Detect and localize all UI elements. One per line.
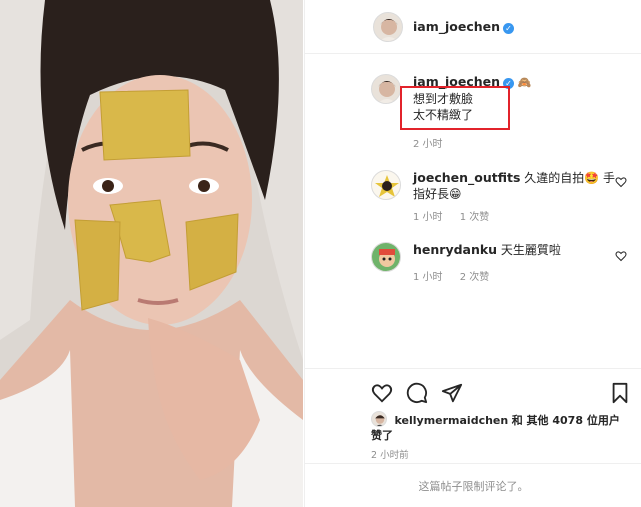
author-avatar[interactable] bbox=[373, 12, 403, 42]
comment-time[interactable]: 1 小时 bbox=[413, 212, 443, 223]
share-icon[interactable] bbox=[441, 382, 463, 404]
comment-meta: 1 小时 1 次赞 bbox=[413, 210, 623, 226]
comment-meta: 1 小时 2 次赞 bbox=[413, 270, 623, 286]
comment-body: joechen_outfits 久違的自拍🤩 手指好長😁 1 小时 1 次赞 bbox=[413, 170, 623, 226]
comment-avatar[interactable] bbox=[371, 74, 401, 104]
highlight-box bbox=[400, 86, 510, 130]
post-photo bbox=[0, 0, 303, 507]
comments-restricted-notice: 这篇帖子限制评论了。 bbox=[305, 463, 641, 507]
comment-username[interactable]: joechen_outfits bbox=[413, 170, 520, 185]
comment-text: 天生麗質啦 bbox=[500, 243, 561, 257]
comment-avatar[interactable] bbox=[371, 170, 401, 200]
liker-username[interactable]: kellymermaidchen bbox=[395, 414, 509, 427]
comment-avatar[interactable] bbox=[371, 242, 401, 272]
comment-meta: 2 小时 bbox=[413, 137, 623, 153]
post-time-ago: 2 小时前 bbox=[371, 450, 409, 461]
post-detail-panel: iam_joechen ✓ iam_joechen ✓ 🙈 想到才敷臉 太不精緻了 … bbox=[304, 0, 641, 507]
heart-icon[interactable] bbox=[615, 250, 627, 262]
likes-suffix: 赞了 bbox=[371, 429, 393, 442]
comment-likes[interactable]: 2 次赞 bbox=[460, 272, 490, 283]
comment-icon[interactable] bbox=[406, 382, 428, 404]
likes-summary: kellymermaidchen 和 其他 4078 位用户 赞了 bbox=[371, 411, 636, 443]
comment-time[interactable]: 2 小时 bbox=[413, 139, 443, 150]
comment-time[interactable]: 1 小时 bbox=[413, 272, 443, 283]
heart-icon[interactable] bbox=[615, 176, 627, 188]
likes-count-text[interactable]: 和 其他 4078 位用户 bbox=[512, 414, 620, 427]
bookmark-icon[interactable] bbox=[609, 382, 631, 404]
liker-avatar[interactable] bbox=[371, 411, 387, 427]
monkey-emoji-icon: 🙈 bbox=[517, 76, 532, 89]
verified-badge-icon: ✓ bbox=[503, 23, 515, 34]
post-header: iam_joechen ✓ bbox=[305, 0, 641, 54]
heart-icon[interactable] bbox=[371, 382, 393, 404]
comment-likes[interactable]: 1 次赞 bbox=[460, 212, 490, 223]
comment-username[interactable]: henrydanku bbox=[413, 242, 497, 257]
comment-body: henrydanku 天生麗質啦 1 小时 2 次赞 bbox=[413, 242, 623, 286]
author-username[interactable]: iam_joechen ✓ bbox=[413, 19, 515, 34]
